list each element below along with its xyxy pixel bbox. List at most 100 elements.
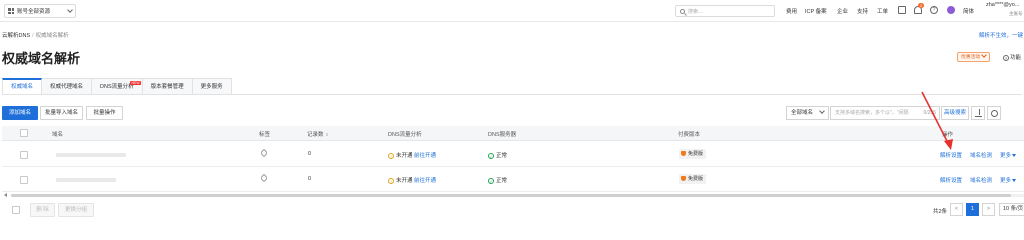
delete-button[interactable]: 删 除	[30, 203, 55, 217]
feature-help-label: 功能	[1010, 55, 1022, 61]
resolve-settings-link[interactable]: 解析设置	[940, 151, 962, 159]
grid-icon	[8, 8, 14, 14]
user-account-type: 主账号	[1009, 11, 1023, 16]
chevron-down-icon	[67, 7, 73, 13]
col-record-count[interactable]: 记录数 ⇕	[307, 130, 329, 138]
batch-operations-button[interactable]: 批量操作	[86, 106, 123, 120]
row-checkbox[interactable]	[20, 176, 28, 184]
scrollbar-thumb[interactable]	[11, 194, 1011, 197]
horizontal-scrollbar[interactable]	[2, 193, 1024, 198]
domain-filter-select[interactable]: 全部域名	[786, 106, 829, 120]
page-size-select[interactable]: 10 条/页	[999, 203, 1024, 216]
promo-button[interactable]: 优惠活动	[957, 52, 991, 62]
shield-icon	[681, 151, 686, 156]
resolve-help-link[interactable]: 解析不生效，一键	[979, 31, 1023, 39]
tab-dns-traffic-label: DNS流量分析	[100, 84, 134, 90]
row-checkbox[interactable]	[20, 151, 28, 159]
select-all-checkbox[interactable]	[20, 129, 28, 137]
batch-import-button[interactable]: 批量导入域名	[40, 106, 83, 120]
domain-search-input[interactable]: 支持多域名搜索，多个以"，"间隔 0/255	[830, 106, 940, 120]
image-icon[interactable]	[898, 6, 906, 14]
table-row: 0 ! 未开通 前往开通 ✓ 正常 免费版 解析设置 域名检测 更多	[2, 143, 1024, 167]
breadcrumb-root[interactable]: 云解析DNS	[2, 33, 30, 39]
prev-page-button[interactable]: <	[950, 203, 963, 216]
record-count: 0	[308, 151, 312, 157]
question-icon: ?	[1003, 55, 1009, 61]
tag-icon[interactable]	[259, 173, 269, 183]
traffic-status: ! 未开通 前往开通	[388, 151, 436, 159]
settings-button[interactable]	[987, 106, 1001, 120]
domain-check-link[interactable]: 域名检测	[970, 176, 992, 184]
tab-divider	[2, 94, 1022, 95]
nav-support[interactable]: 支持	[857, 7, 868, 15]
gear-icon	[991, 110, 998, 117]
assistant-icon[interactable]	[947, 6, 955, 14]
col-dns-traffic: DNS流量分析	[388, 132, 422, 138]
feature-help-link[interactable]: ? 功能	[1003, 53, 1021, 61]
page-1-button[interactable]: 1	[966, 203, 979, 216]
tab-more-services[interactable]: 更多服务	[192, 78, 232, 95]
breadcrumb-separator: /	[32, 33, 34, 39]
user-account-name[interactable]: zha****@yo...	[986, 2, 1019, 8]
resolve-settings-link[interactable]: 解析设置	[940, 176, 962, 184]
scroll-left-arrow-icon[interactable]	[4, 193, 7, 197]
warning-icon: !	[388, 178, 394, 184]
nav-billing[interactable]: 费用	[786, 7, 797, 15]
notification-badge: 2	[918, 3, 924, 8]
dns-server-status: ✓ 正常	[488, 153, 508, 159]
table-row: 0 ! 未开通 前往开通 ✓ 正常 免费版 解析设置 域名检测 更多	[2, 168, 1024, 192]
domain-check-link[interactable]: 域名检测	[970, 151, 992, 159]
domain-name-redacted[interactable]	[56, 178, 116, 182]
search-char-count: 0/255	[923, 110, 936, 116]
help-icon[interactable]: ?	[930, 6, 938, 14]
resource-group-selector[interactable]: 账号全部资源	[4, 4, 76, 18]
tab-dns-traffic[interactable]: DNS流量分析 NEW	[92, 78, 143, 95]
more-actions-link[interactable]: 更多	[1000, 176, 1016, 184]
table-header: 域名 标签 记录数 ⇕ DNS流量分析 DNS服务器 付费版本 操作	[2, 126, 1024, 141]
nav-enterprise[interactable]: 企业	[837, 7, 848, 15]
change-group-button[interactable]: 更换分组	[58, 203, 94, 217]
col-operations: 操作	[942, 132, 954, 138]
breadcrumb: 云解析DNS / 权威域名解析	[2, 31, 69, 39]
record-count: 0	[308, 176, 312, 182]
global-search-placeholder: 搜索...	[688, 8, 703, 15]
col-version: 付费版本	[678, 132, 701, 138]
check-icon: ✓	[488, 153, 494, 159]
check-icon: ✓	[488, 178, 494, 184]
col-dns-server: DNS服务器	[488, 132, 517, 138]
language-switch[interactable]: 简体	[963, 7, 974, 15]
dns-server-status: ✓ 正常	[488, 178, 508, 184]
total-count: 共2条	[933, 209, 948, 215]
version-badge: 免费版	[679, 174, 707, 184]
col-tag: 标签	[259, 132, 271, 138]
nav-ticket[interactable]: 工单	[877, 7, 888, 15]
global-search-input[interactable]: 搜索...	[675, 5, 775, 17]
breadcrumb-current: 权威域名解析	[35, 33, 69, 39]
tag-icon[interactable]	[259, 148, 269, 158]
scrollbar-track[interactable]	[11, 194, 1024, 197]
tab-proxy-domains[interactable]: 权威代理域名	[42, 78, 93, 95]
download-icon	[977, 109, 980, 115]
download-button[interactable]	[971, 106, 985, 120]
page-title: 权威域名解析	[2, 51, 81, 66]
sort-icon[interactable]: ⇕	[326, 132, 329, 137]
version-badge: 免费版	[679, 149, 707, 159]
top-bar: 账号全部资源 搜索... 费用 ICP 备案 企业 支持 工单 2 ? 简体 z…	[0, 0, 1024, 22]
footer-select-all-checkbox[interactable]	[12, 206, 20, 214]
tab-bar: 权威域名 权威代理域名 DNS流量分析 NEW 版本套餐管理 更多服务	[2, 78, 232, 95]
tab-authoritative-domains[interactable]: 权威域名	[2, 78, 43, 95]
domain-name-redacted[interactable]	[56, 153, 126, 157]
nav-icp[interactable]: ICP 备案	[805, 7, 827, 15]
add-domain-button[interactable]: 添加域名	[2, 106, 38, 120]
chevron-down-icon	[819, 108, 825, 114]
col-domain: 域名	[52, 132, 64, 138]
new-badge: NEW	[130, 81, 141, 85]
enable-traffic-link[interactable]: 前往开通	[414, 153, 436, 159]
domain-search-placeholder: 支持多域名搜索，多个以"，"间隔	[835, 110, 909, 116]
next-page-button[interactable]: >	[982, 203, 995, 216]
tab-version-plans[interactable]: 版本套餐管理	[142, 78, 193, 95]
advanced-search-button[interactable]: 高级搜索	[941, 106, 969, 120]
more-actions-link[interactable]: 更多	[1000, 151, 1016, 159]
warning-icon: !	[388, 153, 394, 159]
enable-traffic-link[interactable]: 前往开通	[414, 178, 436, 184]
